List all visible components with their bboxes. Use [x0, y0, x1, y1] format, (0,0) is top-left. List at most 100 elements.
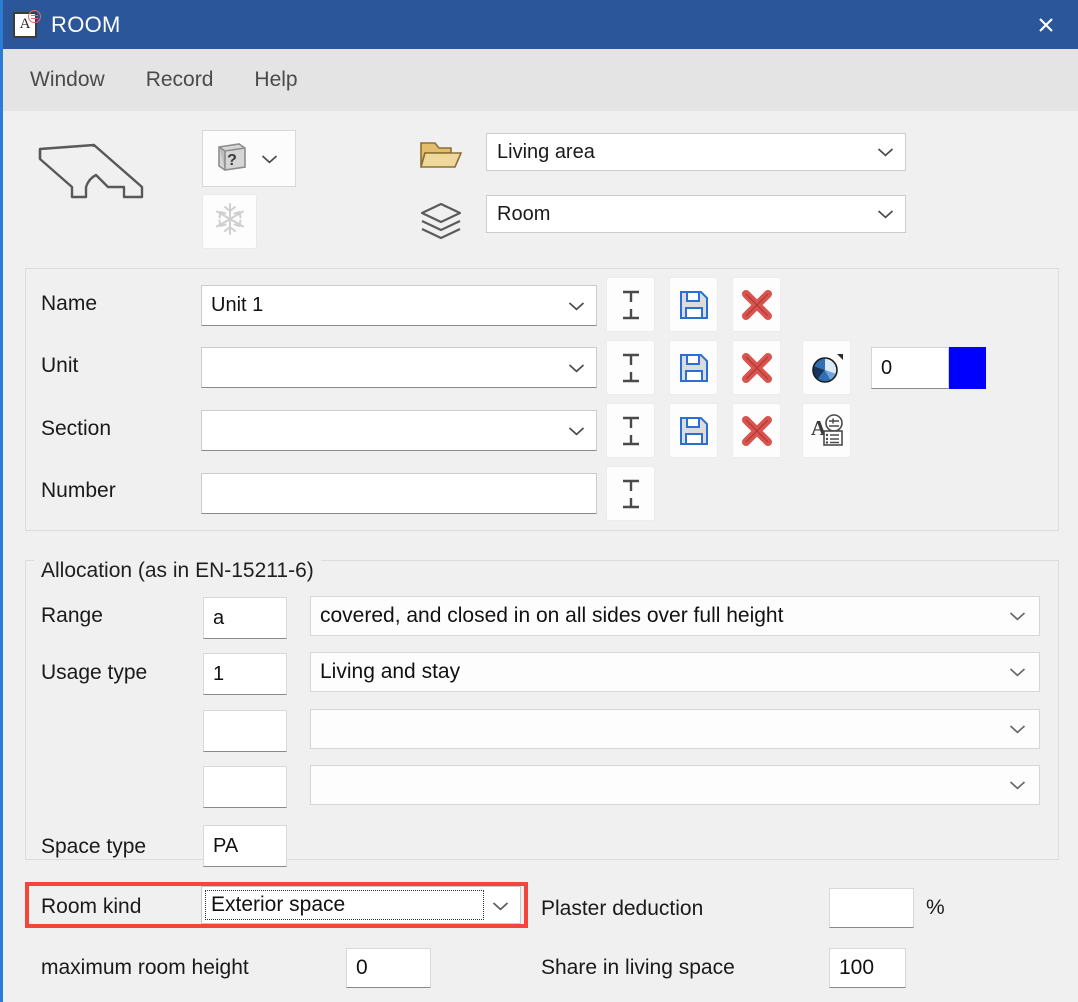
text-style-icon — [622, 290, 639, 319]
max-room-height-label: maximum room height — [41, 956, 249, 979]
window-title: ROOM — [51, 11, 121, 37]
share-in-living-space-input[interactable]: 100 — [829, 948, 906, 988]
max-room-height-value: 0 — [356, 956, 368, 979]
usage-type-label: Usage type — [41, 661, 148, 684]
name-value: Unit 1 — [211, 294, 264, 316]
text-style-icon — [622, 353, 639, 382]
unit-delete-button[interactable] — [732, 340, 781, 395]
number-input[interactable] — [201, 473, 597, 514]
color-value-field[interactable]: 0 — [871, 347, 949, 389]
section-save-button[interactable] — [669, 403, 718, 458]
save-icon — [679, 353, 708, 382]
name-delete-button[interactable] — [732, 277, 781, 332]
usage-type-description-combo[interactable]: Living and stay — [310, 652, 1040, 692]
text-style-icon — [622, 479, 639, 508]
number-label: Number — [41, 479, 116, 502]
chevron-down-icon — [1009, 724, 1026, 734]
room-kind-value: Exterior space — [211, 893, 346, 916]
plaster-deduction-input[interactable] — [829, 888, 914, 928]
chevron-down-icon — [1009, 611, 1026, 621]
category-select[interactable]: Room — [486, 195, 906, 233]
book-question-icon: ? — [213, 138, 249, 179]
range-code-input[interactable]: a — [203, 597, 287, 639]
folder-open-icon — [419, 138, 463, 177]
unit-label: Unit — [41, 354, 79, 377]
number-text-style-button[interactable] — [606, 466, 655, 521]
text-attributes-icon: A — [811, 413, 843, 446]
app-icon: A — [11, 9, 41, 40]
close-button[interactable] — [1014, 0, 1078, 49]
menu-item-window[interactable]: Window — [30, 68, 105, 92]
close-icon — [1039, 17, 1053, 32]
allocation-extra-description-combo-2[interactable] — [310, 765, 1040, 805]
plaster-deduction-unit: % — [926, 896, 945, 919]
freeze-button[interactable] — [202, 194, 257, 249]
chevron-down-icon — [1009, 780, 1026, 790]
range-description-combo[interactable]: covered, and closed in on all sides over… — [310, 596, 1040, 636]
color-swatch[interactable] — [949, 347, 986, 389]
save-icon — [679, 416, 708, 445]
category-select-value: Room — [497, 202, 551, 225]
name-save-button[interactable] — [669, 277, 718, 332]
allocation-extra-code-input-2[interactable] — [203, 766, 287, 808]
save-icon — [679, 290, 708, 319]
name-combo[interactable]: Unit 1 — [201, 285, 597, 326]
text-attributes-button[interactable]: A — [802, 403, 851, 458]
color-wheel-icon — [811, 353, 843, 383]
chevron-down-icon — [877, 147, 894, 157]
snowflake-icon — [212, 201, 248, 242]
space-type-value: PA — [213, 834, 239, 857]
info-book-button[interactable]: ? — [202, 130, 296, 187]
delete-icon — [741, 415, 772, 446]
room-dialog-window: A ROOM Window Record Help ? Living area … — [0, 0, 1078, 1002]
delete-icon — [741, 289, 772, 320]
delete-icon — [741, 352, 772, 383]
space-type-input[interactable]: PA — [203, 825, 287, 867]
menu-item-help[interactable]: Help — [254, 68, 297, 92]
layers-stack-icon — [418, 201, 464, 248]
max-room-height-input[interactable]: 0 — [346, 948, 431, 988]
usage-type-code-input[interactable]: 1 — [203, 653, 287, 695]
area-select-value: Living area — [497, 140, 595, 163]
area-select[interactable]: Living area — [486, 133, 906, 171]
section-combo[interactable] — [201, 410, 597, 451]
chevron-down-icon — [261, 154, 278, 164]
plaster-deduction-label: Plaster deduction — [541, 897, 704, 920]
title-bar: A ROOM — [3, 0, 1078, 49]
room-kind-combo[interactable]: Exterior space — [201, 886, 521, 924]
menu-item-record[interactable]: Record — [146, 68, 214, 92]
range-code-value: a — [213, 606, 225, 629]
unit-combo[interactable] — [201, 347, 597, 388]
chevron-down-icon — [568, 301, 585, 311]
allocation-extra-description-combo-1[interactable] — [310, 709, 1040, 749]
chevron-down-icon — [568, 426, 585, 436]
chevron-down-icon — [1009, 667, 1026, 677]
menu-bar: Window Record Help — [3, 49, 1078, 111]
unit-text-style-button[interactable] — [606, 340, 655, 395]
range-label: Range — [41, 604, 103, 627]
text-style-icon — [622, 416, 639, 445]
share-in-living-space-value: 100 — [839, 956, 875, 979]
chevron-down-icon — [492, 901, 509, 911]
chevron-down-icon — [568, 363, 585, 373]
allocation-legend: Allocation (as in EN-15211-6) — [34, 559, 321, 583]
room-kind-label: Room kind — [41, 895, 142, 918]
range-description-value: covered, and closed in on all sides over… — [320, 604, 784, 627]
usage-type-description-value: Living and stay — [320, 660, 461, 683]
space-type-label: Space type — [41, 835, 147, 858]
name-text-style-button[interactable] — [606, 277, 655, 332]
allocation-extra-code-input-1[interactable] — [203, 710, 287, 752]
color-value: 0 — [881, 356, 893, 379]
chevron-down-icon — [877, 209, 894, 219]
section-delete-button[interactable] — [732, 403, 781, 458]
share-in-living-space-label: Share in living space — [541, 956, 735, 979]
toolbar: ? Living area Room — [3, 111, 1078, 251]
slab-3d-icon — [36, 133, 146, 210]
usage-type-code-value: 1 — [213, 662, 225, 685]
section-text-style-button[interactable] — [606, 403, 655, 458]
room-kind-focus-outline: Exterior space — [205, 890, 484, 920]
name-label: Name — [41, 292, 98, 315]
unit-save-button[interactable] — [669, 340, 718, 395]
color-wheel-button[interactable] — [802, 340, 851, 395]
app-icon-stamp — [28, 9, 41, 23]
